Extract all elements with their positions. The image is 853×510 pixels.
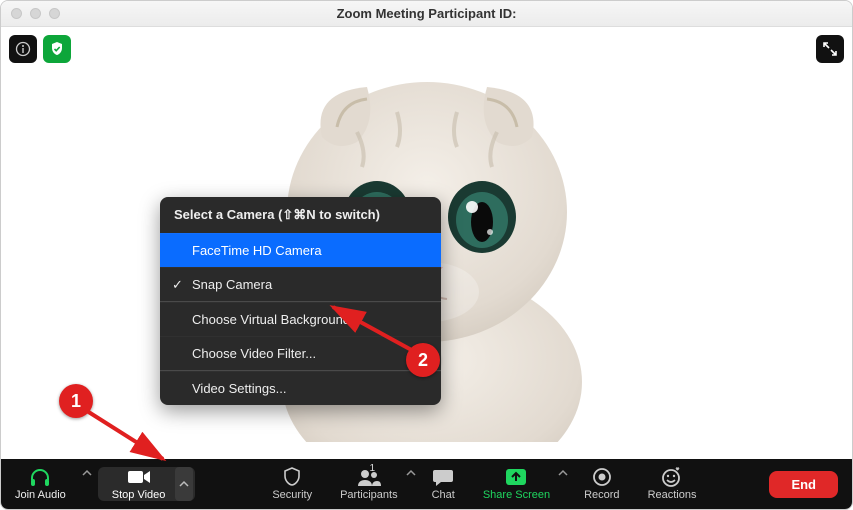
shield-check-icon — [49, 41, 65, 57]
video-area: Select a Camera (⇧⌘N to switch) FaceTime… — [1, 27, 852, 459]
end-button[interactable]: End — [769, 471, 838, 498]
stop-video-caret[interactable] — [175, 467, 193, 501]
camera-menu-header: Select a Camera (⇧⌘N to switch) — [160, 197, 441, 233]
menu-item-label: Choose Virtual Background... — [192, 312, 361, 327]
stop-video-button[interactable]: Stop Video — [100, 467, 176, 501]
toolbar-label: Stop Video — [112, 489, 166, 501]
participants-count: 1 — [369, 463, 375, 474]
check-icon: ✓ — [172, 277, 183, 293]
annotation-step-1: 1 — [59, 384, 93, 418]
encryption-button[interactable] — [43, 35, 71, 63]
toolbar-label: Security — [272, 489, 312, 501]
toolbar-label: Record — [584, 489, 619, 501]
share-screen-caret[interactable] — [556, 459, 570, 509]
chat-button[interactable]: Chat — [418, 459, 469, 509]
smile-icon — [661, 467, 683, 487]
participants-caret[interactable] — [404, 459, 418, 509]
toolbar-label: Reactions — [648, 489, 697, 501]
fullscreen-button[interactable] — [816, 35, 844, 63]
meeting-toolbar: Join Audio Stop Video Security 1 Partici… — [1, 459, 852, 509]
zoom-window: Zoom Meeting Participant ID: — [0, 0, 853, 510]
menu-video-filter[interactable]: Choose Video Filter... — [160, 336, 441, 370]
video-icon — [127, 469, 151, 485]
security-button[interactable]: Security — [258, 459, 326, 509]
toolbar-label: Chat — [432, 489, 455, 501]
menu-item-label: Video Settings... — [192, 381, 286, 396]
record-icon — [592, 467, 612, 487]
toolbar-label: Participants — [340, 489, 397, 501]
chevron-up-icon — [558, 469, 568, 477]
info-icon — [15, 41, 31, 57]
camera-menu: Select a Camera (⇧⌘N to switch) FaceTime… — [160, 197, 441, 405]
record-button[interactable]: Record — [570, 459, 633, 509]
reactions-button[interactable]: Reactions — [634, 459, 711, 509]
window-title: Zoom Meeting Participant ID: — [1, 6, 852, 21]
menu-item-label: Snap Camera — [192, 277, 272, 292]
share-icon — [505, 468, 527, 486]
annotation-step-2: 2 — [406, 343, 440, 377]
chevron-up-icon — [179, 480, 189, 488]
menu-item-label: FaceTime HD Camera — [192, 243, 322, 258]
toolbar-label: Share Screen — [483, 489, 550, 501]
meeting-info-button[interactable] — [9, 35, 37, 63]
join-audio-button[interactable]: Join Audio — [1, 459, 80, 509]
chat-icon — [432, 468, 454, 486]
camera-option-facetime[interactable]: FaceTime HD Camera — [160, 233, 441, 267]
chevron-up-icon — [82, 469, 92, 477]
camera-option-snap[interactable]: ✓ Snap Camera — [160, 267, 441, 301]
menu-video-settings[interactable]: Video Settings... — [160, 371, 441, 405]
stop-video-group: Stop Video — [98, 467, 196, 501]
headphones-icon — [29, 467, 51, 487]
toolbar-label: Join Audio — [15, 489, 66, 501]
titlebar: Zoom Meeting Participant ID: — [1, 1, 852, 27]
chevron-up-icon — [406, 469, 416, 477]
join-audio-caret[interactable] — [80, 459, 94, 509]
expand-icon — [822, 41, 838, 57]
menu-item-label: Choose Video Filter... — [192, 346, 316, 361]
shield-icon — [283, 467, 301, 487]
menu-virtual-background[interactable]: Choose Virtual Background... — [160, 302, 441, 336]
share-screen-button[interactable]: Share Screen — [469, 459, 556, 509]
participants-button[interactable]: 1 Participants — [326, 459, 403, 509]
